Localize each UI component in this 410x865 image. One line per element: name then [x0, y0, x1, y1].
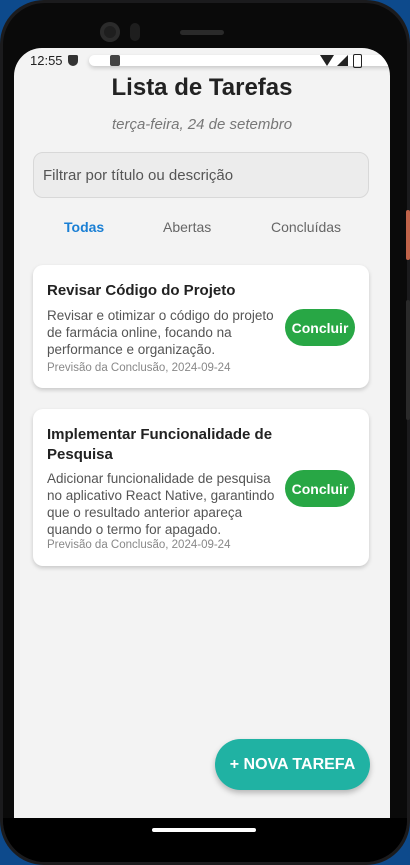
task-description: Adicionar funcionalidade de pesquisa no … [47, 471, 275, 537]
task-card: Revisar Código do Projeto Revisar e otim… [33, 265, 369, 388]
power-button [406, 210, 410, 260]
task-title: Implementar Funcionalidade de Pesquisa [47, 426, 273, 463]
earpiece-speaker [180, 30, 224, 35]
home-handle[interactable] [152, 828, 256, 832]
task-due-date: Previsão da Conclusão, 2024-09-24 [47, 539, 231, 551]
tab-open[interactable]: Abertas [163, 219, 211, 235]
battery-icon [353, 54, 362, 68]
conclude-button[interactable]: Concluir [285, 470, 355, 507]
sensor-icon [130, 23, 140, 41]
phone-frame: 12:55 Lista de Tarefas terça-feira, 24 d… [0, 0, 410, 865]
new-task-button[interactable]: + NOVA TAREFA [215, 739, 370, 790]
task-description: Revisar e otimizar o código do projeto d… [47, 308, 274, 357]
filter-input[interactable] [33, 152, 369, 198]
a-icon [110, 55, 120, 66]
task-due-date: Previsão da Conclusão, 2024-09-24 [47, 362, 231, 374]
volume-button [406, 300, 410, 420]
front-camera-icon [100, 22, 120, 42]
status-time: 12:55 [30, 53, 63, 68]
tab-all[interactable]: Todas [64, 219, 104, 235]
page-title: Lista de Tarefas [111, 74, 293, 101]
tab-completed[interactable]: Concluídas [271, 219, 341, 235]
filter-tabs: Todas Abertas Concluídas [14, 216, 390, 240]
navigation-bar [3, 818, 407, 862]
task-title: Revisar Código do Projeto [47, 282, 236, 299]
date-subtitle: terça-feira, 24 de setembro [111, 116, 293, 133]
wifi-icon [320, 55, 334, 66]
signal-icon [337, 55, 348, 66]
conclude-button[interactable]: Concluir [285, 309, 355, 346]
task-card: Implementar Funcionalidade de Pesquisa A… [33, 409, 369, 566]
status-bar: 12:55 [14, 48, 390, 74]
shield-icon [68, 55, 78, 66]
app-screen: 12:55 Lista de Tarefas terça-feira, 24 d… [14, 48, 390, 818]
